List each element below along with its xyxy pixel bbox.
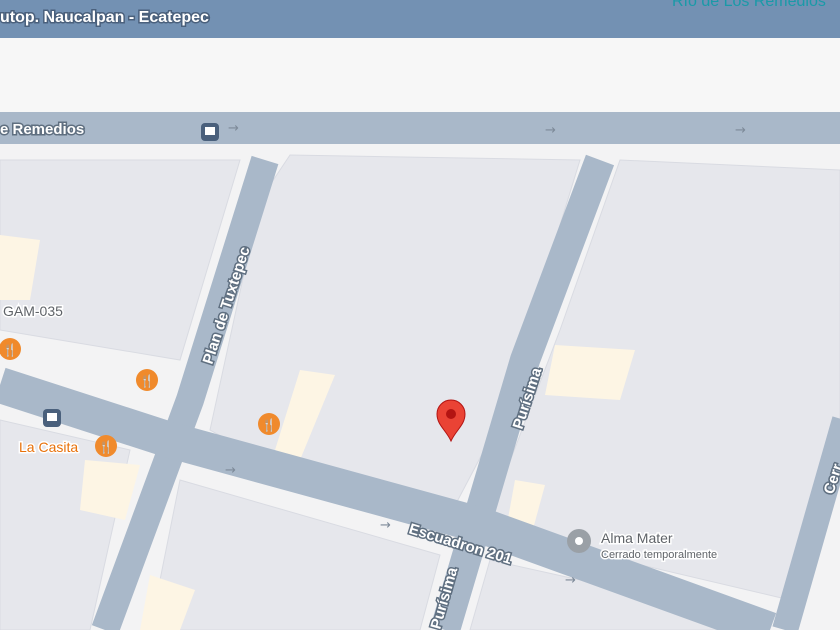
svg-text:→: → [565,573,576,588]
bus-stop-icon[interactable] [201,123,219,141]
restaurant-icon[interactable]: 🍴 [0,338,21,360]
map-canvas[interactable]: utop. Naucalpan - Ecatepec Río de Los Re… [0,0,840,630]
remedios-label: e Remedios [0,121,84,138]
svg-text:→: → [380,518,391,533]
restaurant-icon[interactable]: 🍴 [95,435,117,457]
gam-label[interactable]: GAM-035 [2,302,65,321]
svg-text:🍴: 🍴 [99,440,114,454]
svg-text:→: → [228,121,239,136]
alma-mater-label[interactable]: Alma Mater [600,529,675,548]
svg-text:→: → [225,463,236,478]
svg-text:→: → [545,123,556,138]
alma-mater-status: Cerrado temporalmente [601,549,717,561]
svg-text:→: → [735,123,746,138]
bus-stop-icon[interactable] [43,409,61,427]
svg-text:🍴: 🍴 [262,418,277,432]
restaurant-icon[interactable]: 🍴 [136,369,158,391]
la-casita-label[interactable]: La Casita [18,438,80,457]
highway-label: utop. Naucalpan - Ecatepec [0,9,209,26]
remedios-road [0,112,840,144]
restaurant-icon[interactable]: 🍴 [258,413,280,435]
svg-text:🍴: 🍴 [3,343,18,357]
svg-text:🍴: 🍴 [140,374,155,388]
place-icon[interactable] [567,529,591,553]
river-label: Río de Los Remedios [672,0,826,10]
